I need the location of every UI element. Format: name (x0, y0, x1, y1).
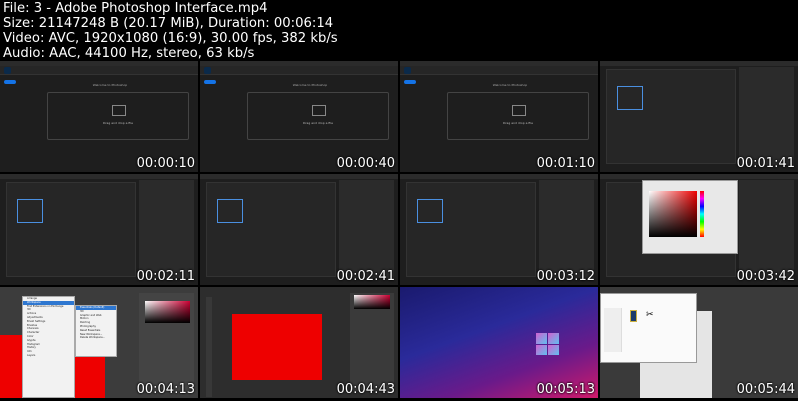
hue-slider (700, 191, 704, 237)
timestamp: 00:03:42 (736, 269, 795, 284)
document-preset (617, 86, 643, 110)
timestamp: 00:00:40 (336, 156, 395, 171)
audio-info: Audio: AAC, 44100 Hz, stereo, 63 kb/s (3, 46, 255, 61)
drop-zone: Drag and drop a file (247, 92, 389, 140)
red-canvas (232, 314, 322, 380)
right-panels (350, 293, 394, 391)
timestamp: 00:01:41 (736, 156, 795, 171)
drop-text: Drag and drop a file (103, 121, 133, 125)
top-bar (0, 66, 198, 75)
toolbar (206, 297, 212, 397)
timestamp: 00:03:12 (536, 269, 595, 284)
timestamp: 00:05:13 (536, 382, 595, 397)
video-thumbnail: Welcome to Photoshop Drag and drop a file… (200, 61, 398, 172)
video-thumbnail: 00:01:41 (600, 61, 798, 172)
video-thumbnail: 00:02:41 (200, 174, 398, 285)
image-icon (312, 105, 326, 116)
video-thumbnail: 00:04:43 (200, 287, 398, 398)
image-icon (512, 105, 526, 116)
image-icon (112, 105, 126, 116)
video-thumbnail: 00:02:11 (0, 174, 198, 285)
file-size: Size: 21147248 B (20.17 MiB), Duration: … (3, 16, 334, 31)
file-info: File: 3 - Adobe Photoshop Interface.mp4 S… (3, 1, 338, 61)
drop-text: Drag and drop a file (303, 121, 333, 125)
welcome-title: Welcome to Photoshop (92, 83, 128, 87)
timestamp: 00:05:44 (736, 382, 795, 397)
file-name: File: 3 - Adobe Photoshop Interface.mp4 (3, 1, 268, 16)
timestamp: 00:02:11 (136, 269, 195, 284)
new-document-dialog (406, 182, 536, 277)
new-document-dialog (206, 182, 336, 277)
right-panels (750, 293, 794, 391)
menu-bar (600, 61, 798, 66)
document-preset (17, 199, 43, 223)
windows-logo-icon (536, 333, 559, 355)
welcome-title: Welcome to Photoshop (492, 83, 528, 87)
color-field (649, 191, 697, 237)
video-thumbnail: 00:03:12 (400, 174, 598, 285)
thumbnail-grid: Welcome to Photoshop Drag and drop a file… (0, 61, 798, 398)
top-bar (400, 66, 598, 75)
video-thumbnail: Welcome to Photoshop Drag and drop a file… (400, 61, 598, 172)
menu-item: Layers (27, 353, 36, 357)
drop-text: Drag and drop a file (503, 121, 533, 125)
timestamp: 00:00:10 (136, 156, 195, 171)
video-thumbnail: Arrange Workspace Find Extensions on Excha… (0, 287, 198, 398)
window-menu: Arrange Workspace Find Extensions on Excha… (22, 296, 75, 398)
menu-bar (0, 174, 198, 179)
new-document-dialog (606, 69, 736, 164)
top-bar (200, 66, 398, 75)
preset-details-panel (739, 180, 794, 278)
ps-logo-icon (204, 67, 211, 74)
menu-bar (600, 174, 798, 179)
preset-details-panel (139, 180, 194, 278)
document-preset (217, 199, 243, 223)
ps-logo-icon (404, 67, 411, 74)
color-picker-dialog (642, 180, 738, 254)
menu-bar (200, 174, 398, 179)
menu-bar (400, 174, 598, 179)
video-thumbnail: 00:03:42 (600, 174, 798, 285)
ps-logo-icon (4, 67, 11, 74)
timestamp: 00:04:43 (336, 382, 395, 397)
video-info: Video: AVC, 1920x1080 (16:9), 30.00 fps,… (3, 31, 338, 46)
preset-details-panel (739, 67, 794, 165)
new-file-button (404, 80, 416, 84)
preset-details-panel (339, 180, 394, 278)
drop-zone: Drag and drop a file (447, 92, 589, 140)
timestamp: 00:02:41 (336, 269, 395, 284)
new-file-button (204, 80, 216, 84)
video-thumbnail: ♥✂00:05:44 (600, 287, 798, 398)
drop-zone: Drag and drop a file (47, 92, 189, 140)
workspace-submenu: Essentials (Default) 3D Graphic and Web Mot… (75, 305, 117, 357)
preset-details-panel (539, 180, 594, 278)
submenu-item: Delete Workspace... (80, 336, 106, 340)
timestamp: 00:04:13 (136, 382, 195, 397)
welcome-title: Welcome to Photoshop (292, 83, 328, 87)
document-preset (417, 199, 443, 223)
open-file-dialog: ✂ (600, 293, 697, 363)
new-file-button (4, 80, 16, 84)
color-panel (139, 293, 194, 391)
new-document-dialog (6, 182, 136, 277)
video-thumbnail: 00:05:13 (400, 287, 598, 398)
video-thumbnail: Welcome to Photoshop Drag and drop a file… (0, 61, 198, 172)
timestamp: 00:01:10 (536, 156, 595, 171)
